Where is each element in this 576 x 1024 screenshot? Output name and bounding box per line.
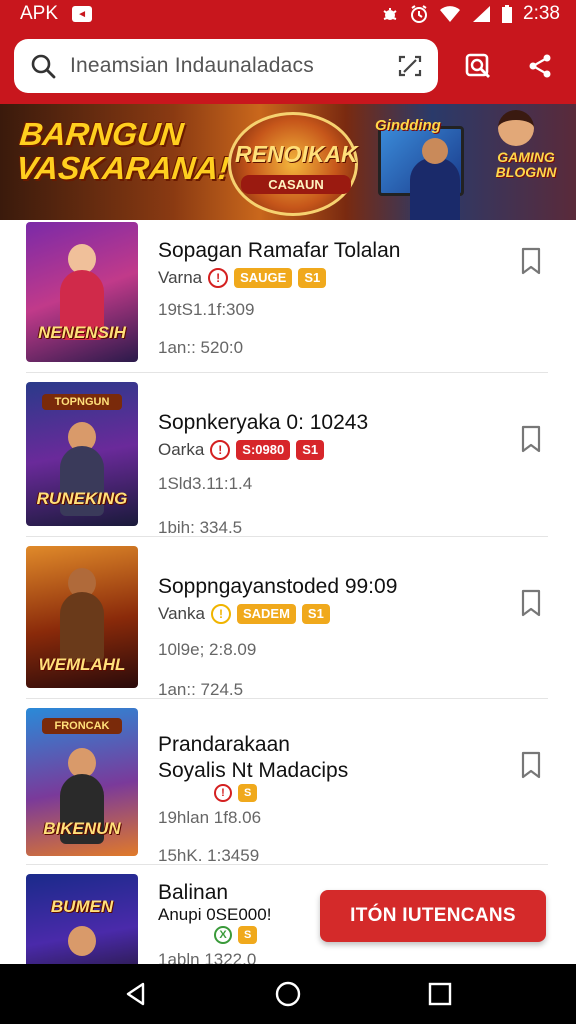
divider xyxy=(26,372,548,373)
app-label: APK xyxy=(20,3,59,24)
meta-label: Oarka xyxy=(158,440,205,459)
divider xyxy=(26,864,548,865)
game-title-line1[interactable]: Prandarakaan xyxy=(158,732,290,758)
banner-monitor-logo: Gindding xyxy=(375,117,441,134)
home-button[interactable] xyxy=(268,974,308,1014)
game-meta: Vanka ! SADEM S1 xyxy=(158,604,330,624)
battery-icon xyxy=(502,5,513,23)
game-info: 1abln 1322.0 xyxy=(158,950,257,964)
game-info: 1Sld3.11:1.4 xyxy=(158,474,253,493)
banner-character-face xyxy=(498,110,534,146)
app-header: Ineamsian Indaunaladacs xyxy=(0,28,576,104)
game-thumbnail[interactable]: TOPNGUN RUNEKING xyxy=(26,382,138,526)
clock: 2:38 xyxy=(523,3,560,24)
badge: S:0980 xyxy=(236,440,291,460)
thumbnail-caption: RUNEKING xyxy=(36,489,128,508)
game-list: NENENSIH Sopagan Ramafar Tolalan Varna !… xyxy=(0,220,576,964)
banner-headline: BARNGUN VASKARANA! xyxy=(14,116,234,186)
badge: S xyxy=(238,784,258,802)
badge: S1 xyxy=(301,604,330,624)
system-nav-bar xyxy=(0,964,576,1024)
bookmark-icon[interactable] xyxy=(516,750,546,780)
divider xyxy=(26,536,548,537)
home-icon xyxy=(275,981,301,1007)
banner-emblem-text: RENOIKAK xyxy=(235,141,358,167)
badge: S1 xyxy=(296,440,325,460)
alert-icon: ! xyxy=(208,268,229,288)
close-icon: X xyxy=(214,926,232,944)
game-info: 10l9e; 2:8.09 xyxy=(158,640,257,659)
thumbnail-character xyxy=(60,592,104,662)
thumbnail-caption: NENENSIH xyxy=(38,323,126,342)
scan-icon[interactable] xyxy=(396,52,424,80)
game-thumbnail[interactable]: WEMLAHL xyxy=(26,546,138,688)
signal-icon xyxy=(473,6,491,22)
notification-icon: ◄ xyxy=(72,6,93,22)
thumbnail-caption: WEMLAHL xyxy=(38,655,126,674)
game-info-secondary: 1bih: 334.5 xyxy=(158,518,243,537)
promo-banner[interactable]: BARNGUN VASKARANA! RENOIKAK CASAUN Gindd… xyxy=(0,104,576,220)
bookmark-icon[interactable] xyxy=(516,246,546,276)
back-button[interactable] xyxy=(116,974,156,1014)
banner-headline-line2: VASKARANA! xyxy=(14,149,231,186)
qr-button[interactable] xyxy=(456,44,500,88)
banner-character xyxy=(410,138,460,220)
badge: S1 xyxy=(298,268,327,288)
game-title-line2[interactable]: Soyalis Nt Madacips xyxy=(158,758,348,784)
divider xyxy=(26,698,548,699)
game-title[interactable]: Sopagan Ramafar Tolalan xyxy=(158,238,400,264)
banner-emblem-sub: CASAUN xyxy=(241,175,351,194)
wifi-icon xyxy=(440,6,461,22)
game-meta: X S xyxy=(214,926,258,944)
game-title[interactable]: Soppngayanstoded 99:09 xyxy=(158,574,397,600)
game-info: 1an:: 724.5 xyxy=(158,680,244,699)
game-thumbnail[interactable]: BUMEN xyxy=(26,874,138,964)
search-icon[interactable] xyxy=(30,53,56,79)
alert-icon: ! xyxy=(214,784,232,802)
game-title-line2[interactable]: Anupi 0SE000! xyxy=(158,902,271,928)
game-info: 15hK. 1:3459 xyxy=(158,846,260,865)
status-bar: APK ◄ 2:38 xyxy=(0,0,576,28)
game-info: 1an:: 520:0 xyxy=(158,338,244,357)
game-thumbnail[interactable]: NENENSIH xyxy=(26,222,138,362)
thumbnail-caption: BUMEN xyxy=(50,897,114,916)
share-icon xyxy=(529,54,551,78)
bug-icon xyxy=(383,8,397,20)
banner-headline-line1: BARNGUN xyxy=(17,116,186,152)
thumbnail-top-caption: FRONCAK xyxy=(42,718,122,734)
banner-emblem: RENOIKAK CASAUN xyxy=(228,112,358,216)
alert-icon: ! xyxy=(210,440,231,460)
game-meta: Varna ! SAUGE S1 xyxy=(158,268,327,288)
badge: SADEM xyxy=(236,604,296,624)
back-icon xyxy=(126,982,145,1006)
game-thumbnail[interactable]: FRONCAK BIKENUN xyxy=(26,708,138,856)
thumbnail-caption: BIKENUN xyxy=(43,819,121,838)
game-info: 19tS1.1f:309 xyxy=(158,300,255,319)
bookmark-icon[interactable] xyxy=(516,424,546,454)
game-info: 19hlan 1f8.06 xyxy=(158,808,262,827)
badge: SAUGE xyxy=(234,268,293,288)
alert-icon: ! xyxy=(210,604,231,624)
install-button[interactable]: ITÓN IUTENCANS xyxy=(320,890,546,942)
thumbnail-character-head xyxy=(68,926,96,956)
meta-label: Varna xyxy=(158,268,203,287)
share-button[interactable] xyxy=(518,44,562,88)
qr-search-icon xyxy=(465,53,490,78)
game-title[interactable]: Sopnkeryaka 0: 10243 xyxy=(158,410,368,436)
search-input[interactable]: Ineamsian Indaunaladacs xyxy=(70,54,382,78)
meta-label: Vanka xyxy=(158,604,205,623)
game-meta: ! S xyxy=(214,784,258,802)
game-meta: Oarka ! S:0980 S1 xyxy=(158,440,325,460)
recents-icon xyxy=(428,982,452,1006)
banner-right-logo: GAMING BLOGNN xyxy=(495,149,557,181)
alarm-icon xyxy=(411,5,428,23)
bookmark-icon[interactable] xyxy=(516,588,546,618)
badge: S xyxy=(238,926,258,944)
recents-button[interactable] xyxy=(420,974,460,1014)
thumbnail-top-caption: TOPNGUN xyxy=(42,394,122,410)
search-bar[interactable]: Ineamsian Indaunaladacs xyxy=(14,39,438,93)
